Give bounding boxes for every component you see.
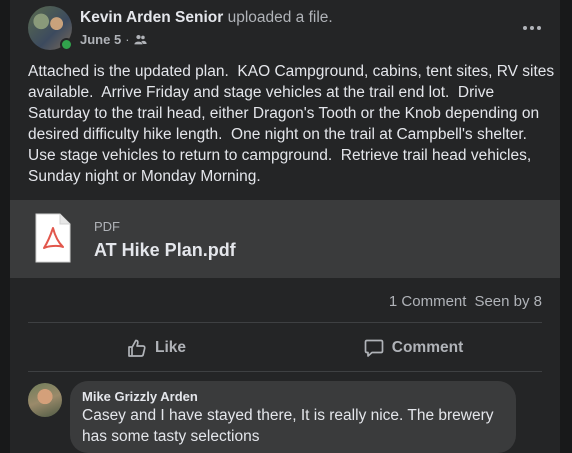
post-header: Kevin Arden Senior uploaded a file. June… xyxy=(28,6,558,56)
divider xyxy=(28,322,542,323)
comment-label: Comment xyxy=(391,339,464,356)
comment-count[interactable]: 1 Comment xyxy=(389,293,467,310)
like-label: Like xyxy=(154,339,186,356)
action-bar: Like Comment xyxy=(28,330,542,366)
attachment-name[interactable]: AT Hike Plan.pdf xyxy=(94,240,236,261)
seen-count[interactable]: Seen by 8 xyxy=(474,293,542,310)
friends-icon[interactable] xyxy=(133,33,147,46)
comment-bubble: Mike Grizzly Arden Casey and I have stay… xyxy=(70,381,516,453)
post-action: uploaded a file. xyxy=(227,9,333,26)
attachment-type: PDF xyxy=(94,219,120,234)
author-line: Kevin Arden Senior uploaded a file. xyxy=(80,9,333,27)
post-text: Attached is the updated plan. KAO Campgr… xyxy=(28,63,559,185)
pdf-file-icon xyxy=(35,213,71,263)
commenter-name[interactable]: Mike Grizzly Arden xyxy=(82,389,504,404)
commenter-avatar[interactable] xyxy=(28,383,62,417)
comment-button[interactable]: Comment xyxy=(285,330,542,366)
post-card: Kevin Arden Senior uploaded a file. June… xyxy=(10,0,560,453)
post-date[interactable]: June 5 xyxy=(80,32,121,47)
file-attachment[interactable]: PDF AT Hike Plan.pdf xyxy=(10,200,560,278)
meta-separator: · xyxy=(125,32,130,47)
like-button[interactable]: Like xyxy=(28,330,285,366)
more-options-icon xyxy=(523,26,527,30)
more-options-button[interactable] xyxy=(516,12,548,44)
author-name[interactable]: Kevin Arden Senior xyxy=(80,9,223,26)
comment-bubble-icon xyxy=(364,339,384,357)
online-status-icon xyxy=(60,38,73,51)
comment-text: Casey and I have stayed there, It is rea… xyxy=(82,407,494,445)
post-meta: June 5 · xyxy=(80,32,147,47)
thumbs-up-icon xyxy=(128,339,146,357)
post-stats: 1 Comment Seen by 8 xyxy=(389,293,542,310)
divider xyxy=(28,371,542,372)
